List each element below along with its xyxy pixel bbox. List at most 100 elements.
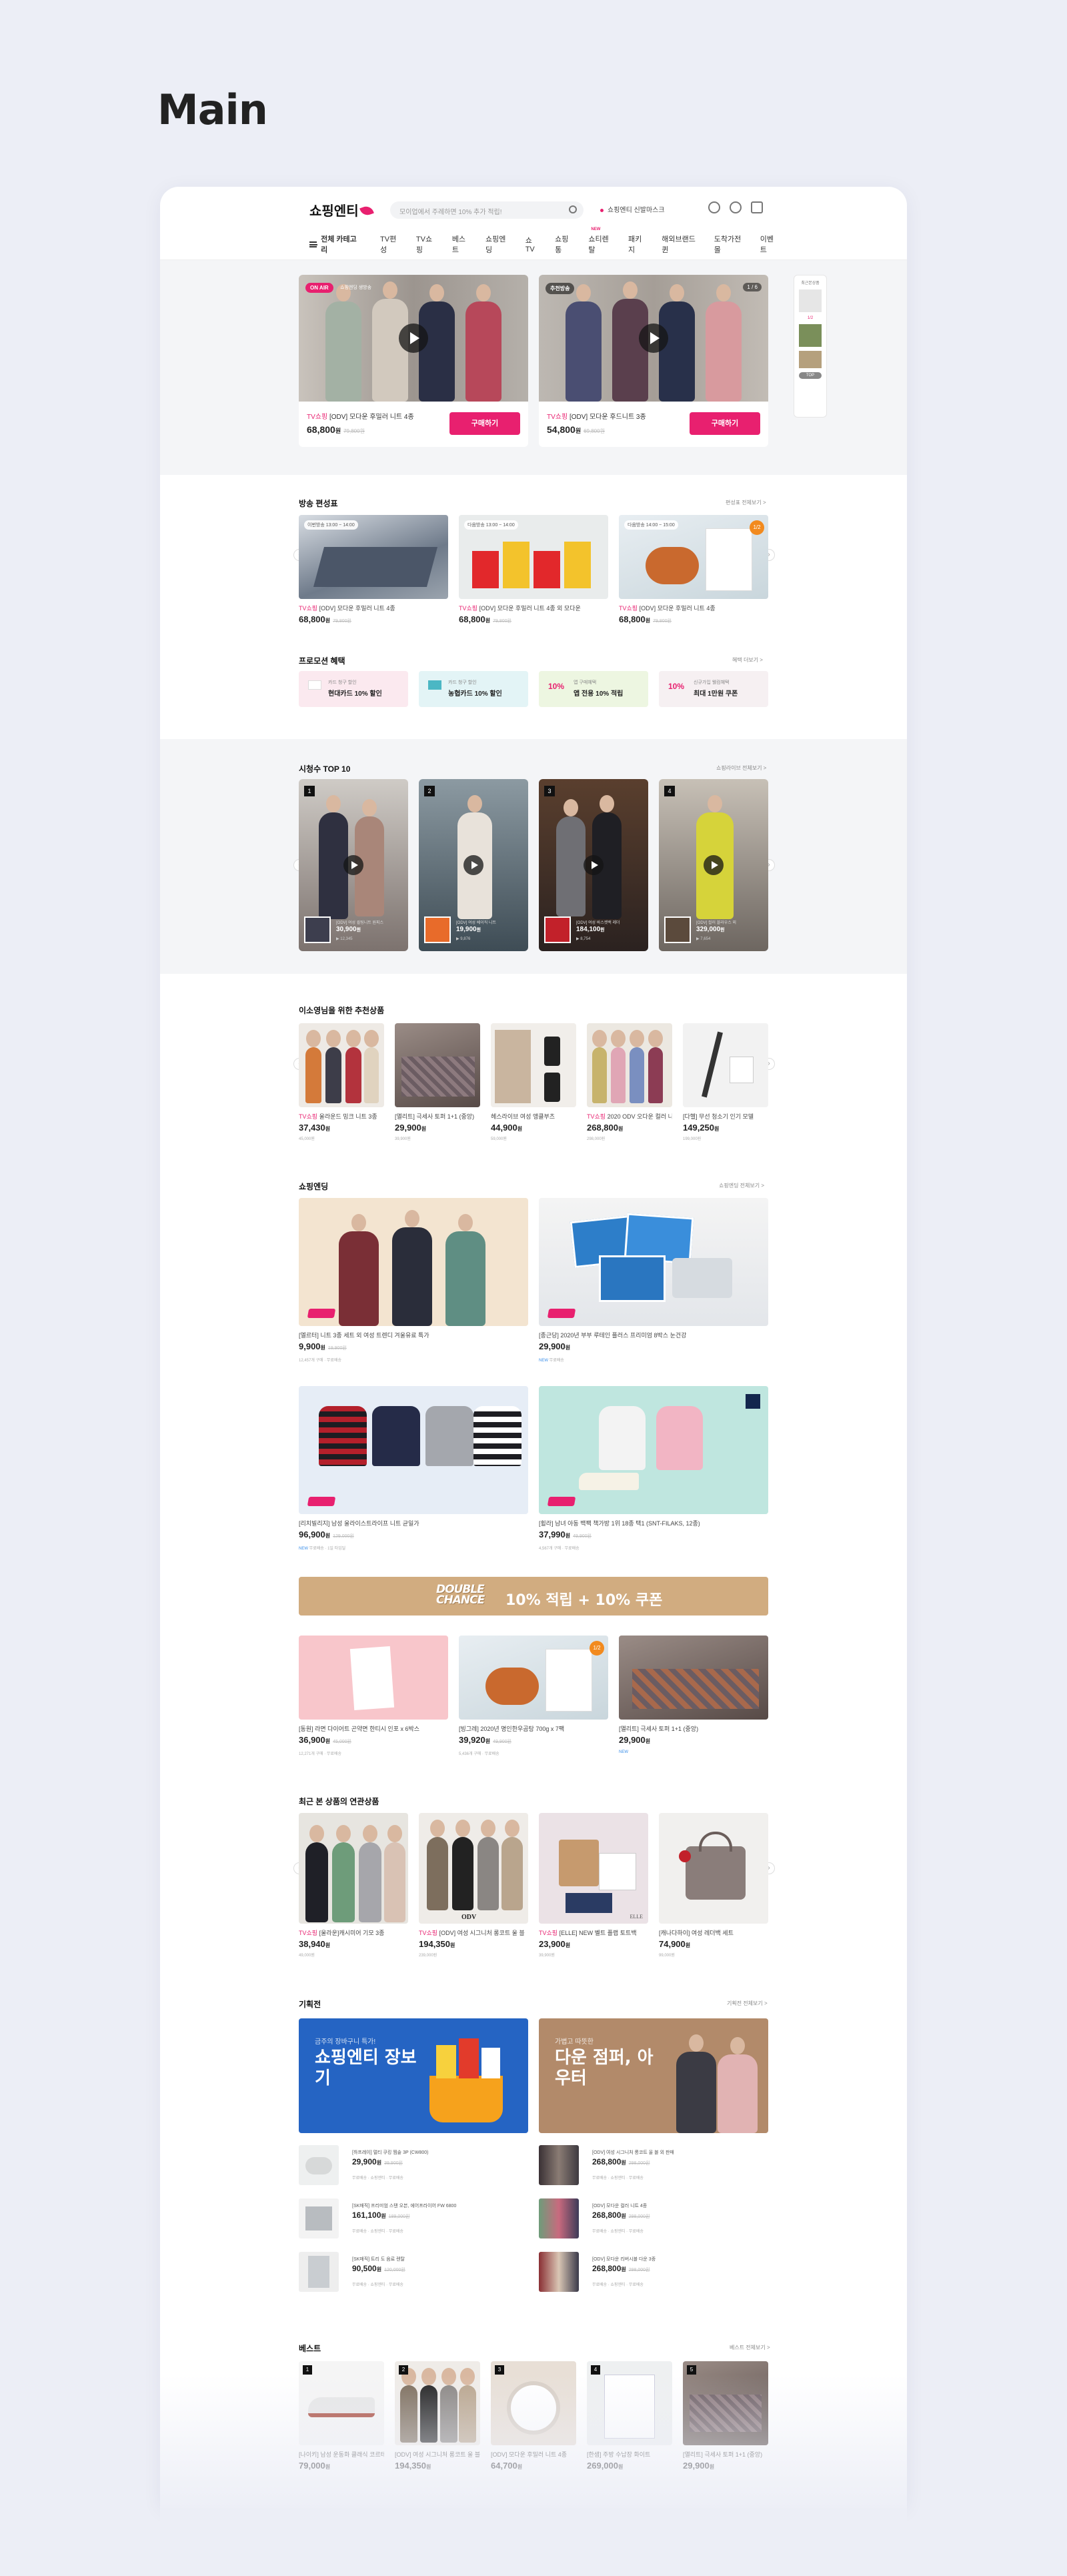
product-card[interactable]: 이번방송 13:00 ~ 14:00 TV쇼핑 [ODV] 모다운 후밀러 니트…: [299, 515, 448, 624]
plan-banner[interactable]: 가볍고 따뜻한 다운 점퍼, 아우터: [539, 2018, 768, 2133]
product-card[interactable]: [휠라] 남녀 아동 백팩 책가방 1위 18종 택1 (SNT-FILAKS,…: [539, 1386, 768, 1551]
list-item[interactable]: [ODV] 모다운 컬러 니트 4종 268,800원 298,000원 무료배송…: [539, 2198, 768, 2238]
product-image[interactable]: ELLE: [539, 1813, 648, 1924]
play-icon[interactable]: [463, 855, 483, 875]
user-icon[interactable]: [708, 201, 720, 213]
live-card[interactable]: ON AIR 쇼핑엔딩 생방송 TV쇼핑 [ODV] 모다운 후밀러 니트 4종…: [299, 275, 528, 447]
more-link[interactable]: 쇼핑엔딩 전체보기 >: [719, 1182, 764, 1189]
more-link[interactable]: 기획전 전체보기 >: [727, 2000, 768, 2007]
product-thumb[interactable]: [299, 2145, 339, 2185]
product-image[interactable]: [299, 1813, 408, 1924]
play-icon[interactable]: [704, 855, 724, 875]
product-image[interactable]: 1/2 다음방송 14:00 ~ 15:00: [619, 515, 768, 599]
product-image[interactable]: [299, 1023, 384, 1107]
product-image[interactable]: [539, 1198, 768, 1326]
product-card[interactable]: 1 [나이키] 남성 운동화 클래식 코르테즈 79,000원: [299, 2361, 384, 2471]
promo-card[interactable]: 10% 앱 구매혜택 앱 전용 10% 적립: [539, 671, 648, 707]
recent-thumb[interactable]: [799, 289, 822, 312]
product-thumb[interactable]: [539, 2145, 579, 2185]
product-image[interactable]: [683, 1023, 768, 1107]
recent-thumb[interactable]: [799, 351, 822, 368]
nav-item[interactable]: 쇼핑엔딩: [485, 233, 511, 255]
product-image[interactable]: ODV: [419, 1813, 528, 1924]
product-card[interactable]: 5 [앨리트] 극세사 토퍼 1+1 (중앙) 29,900원: [683, 2361, 768, 2471]
product-card[interactable]: [동원] 라면 다이어트 곤약면 한티시 인포 x 6박스 36,900원 45,…: [299, 1636, 448, 1756]
product-card[interactable]: 1/2 [빙그레] 2020년 명인한우곰탕 700g x 7팩 39,920원…: [459, 1636, 608, 1756]
nav-item[interactable]: 도착가전몰: [714, 233, 746, 255]
more-link[interactable]: 베스트 전체보기 >: [730, 2344, 770, 2351]
product-card[interactable]: [엘르터] 니트 3종 세트 외 여성 트렌디 겨울유료 특가 9,900원 19…: [299, 1198, 528, 1363]
play-icon[interactable]: [584, 855, 604, 875]
live-video[interactable]: 추천방송 1 / 6: [539, 275, 768, 402]
product-thumb[interactable]: [299, 2252, 339, 2292]
more-link[interactable]: 쇼핑라이브 전체보기 >: [716, 764, 766, 772]
buy-button[interactable]: 구매하기: [449, 412, 520, 435]
list-item[interactable]: [SK매직] 프리미엄 스탠 오븐, 에어프라이어 FW 6800 161,10…: [299, 2198, 528, 2238]
buy-button[interactable]: 구매하기: [690, 412, 760, 435]
product-card[interactable]: 4 [한샘] 주방 수납장 화이트 269,000원: [587, 2361, 672, 2471]
product-image[interactable]: [539, 1386, 768, 1514]
play-icon[interactable]: [639, 324, 668, 353]
headset-icon[interactable]: [730, 201, 742, 213]
nav-item[interactable]: TV쇼핑: [416, 233, 437, 255]
list-item[interactable]: [ODV] 모다운 리버시블 다운 3종 268,800원 298,000원 무료…: [539, 2252, 768, 2292]
nav-item[interactable]: 패키지: [628, 233, 647, 255]
nav-item[interactable]: 쇼TV: [525, 235, 540, 253]
nav-item[interactable]: 이벤트: [760, 233, 779, 255]
product-card[interactable]: 다음방송 13:00 ~ 14:00 TV쇼핑 [ODV] 모다운 후밀러 니트…: [459, 515, 608, 624]
list-item[interactable]: [하프레이] 멀티 쿠킹 찜솥 3P (CW800) 29,900원 39,900…: [299, 2145, 528, 2185]
product-image[interactable]: 1/2: [459, 1636, 608, 1720]
nav-item[interactable]: 베스트: [452, 233, 471, 255]
product-card[interactable]: ODV TV쇼핑 [ODV] 여성 시그니처 롱코트 울 블 194,350원 …: [419, 1813, 528, 1958]
search-input[interactable]: 모이업에서 주례하면 10% 추가 적립!: [390, 201, 584, 219]
live-video[interactable]: ON AIR 쇼핑엔딩 생방송: [299, 275, 528, 402]
product-card[interactable]: [다헬] 무선 청소기 인기 모델 149,250원 199,000원: [683, 1023, 768, 1141]
nav-item[interactable]: NEW 쇼티렌탈: [588, 227, 614, 255]
product-card[interactable]: 3 [ODV] 모다운 후밀러 니트 4종 64,700원: [491, 2361, 576, 2471]
cart-icon[interactable]: [751, 201, 763, 213]
play-icon[interactable]: [399, 324, 428, 353]
recent-viewed-panel[interactable]: 최근본상품 1/2 TOP: [794, 275, 827, 418]
product-image[interactable]: [587, 1023, 672, 1107]
nav-item[interactable]: 해외브랜드퀸: [662, 233, 699, 255]
list-item[interactable]: [ODV] 여성 시그니처 롱코트 울 블 외 판매 268,800원 298,0…: [539, 2145, 768, 2185]
search-icon[interactable]: [569, 205, 577, 213]
plan-banner[interactable]: 금주의 장바구니 특가! 쇼핑엔티 장보기: [299, 2018, 528, 2133]
nav-item[interactable]: 쇼핑통: [555, 233, 574, 255]
product-card[interactable]: [캐나다하이] 여성 레더백 세트 74,900원 99,000원: [659, 1813, 768, 1958]
top10-card[interactable]: 3 [ODV] 여성 바스켓백 레더 184,100원 ▶ 8,754: [539, 779, 648, 951]
product-image[interactable]: [619, 1636, 768, 1720]
product-card[interactable]: ELLE TV쇼핑 [ELLE] NEW 벨트 플랩 토트백 23,900원 3…: [539, 1813, 648, 1958]
product-card[interactable]: 2 [ODV] 여성 시그니처 롱코트 울 블 외 194,350원: [395, 2361, 480, 2471]
product-card[interactable]: TV쇼핑 2020 ODV 오다운 컬러 니트 268,800원 298,000…: [587, 1023, 672, 1141]
product-card[interactable]: [종근당] 2020년 부부 루테인 플러스 프리미엄 8박스 눈건강 29,9…: [539, 1198, 768, 1363]
product-thumb[interactable]: [299, 2198, 339, 2238]
product-card[interactable]: [리치빌리지] 남성 울라이스트라이프 니트 균일가 96,900원 129,00…: [299, 1386, 528, 1551]
category-menu[interactable]: 전체 카테고리: [309, 233, 360, 255]
site-logo[interactable]: 쇼핑엔티: [309, 200, 374, 219]
product-card[interactable]: 1/2 다음방송 14:00 ~ 15:00 TV쇼핑 [ODV] 모다운 후밀…: [619, 515, 768, 624]
promo-card[interactable]: 카드 청구 할인 현대카드 10% 할인: [299, 671, 408, 707]
product-image[interactable]: [395, 1023, 480, 1107]
promo-card[interactable]: 카드 청구 할인 농협카드 10% 할인: [419, 671, 528, 707]
product-image[interactable]: [659, 1813, 768, 1924]
recent-thumb[interactable]: [799, 324, 822, 347]
more-link[interactable]: 혜택 더보기 >: [732, 656, 763, 664]
list-item[interactable]: [SK매직] 트리 도 음료 렌탈 90,500원 120,000원 무료배송 ·…: [299, 2252, 528, 2292]
nav-item[interactable]: TV편성: [380, 233, 401, 255]
live-ticker[interactable]: 쇼핑엔티 신발마스크: [600, 204, 665, 214]
more-link[interactable]: 편성표 전체보기 >: [726, 499, 766, 506]
product-image[interactable]: [491, 1023, 576, 1107]
top-button[interactable]: TOP: [799, 372, 822, 379]
product-thumb[interactable]: [539, 2252, 579, 2292]
product-image[interactable]: [299, 1198, 528, 1326]
product-image[interactable]: 다음방송 13:00 ~ 14:00: [459, 515, 608, 599]
product-card[interactable]: TV쇼핑 울라운드 밍크 니트 3종 37,430원 45,000원: [299, 1023, 384, 1141]
top10-card[interactable]: 2 [ODV] 여성 베이직 니트 19,900원 ▶ 9,876: [419, 779, 528, 951]
product-card[interactable]: TV쇼핑 [울라운]캐시미어 기모 3종 38,940원 49,000원: [299, 1813, 408, 1958]
product-card[interactable]: [앨리트] 극세사 토퍼 1+1 (중앙) 29,900원 NEW: [619, 1636, 768, 1754]
promo-card[interactable]: 10% 신규가입 웰컴혜택 최대 1만원 쿠폰: [659, 671, 768, 707]
product-card[interactable]: 헤스라이브 여성 앵클부츠 44,900원 59,000원: [491, 1023, 576, 1141]
product-image[interactable]: [299, 1386, 528, 1514]
product-card[interactable]: [앨리트] 극세사 토퍼 1+1 (중앙) 29,900원 39,900원: [395, 1023, 480, 1141]
